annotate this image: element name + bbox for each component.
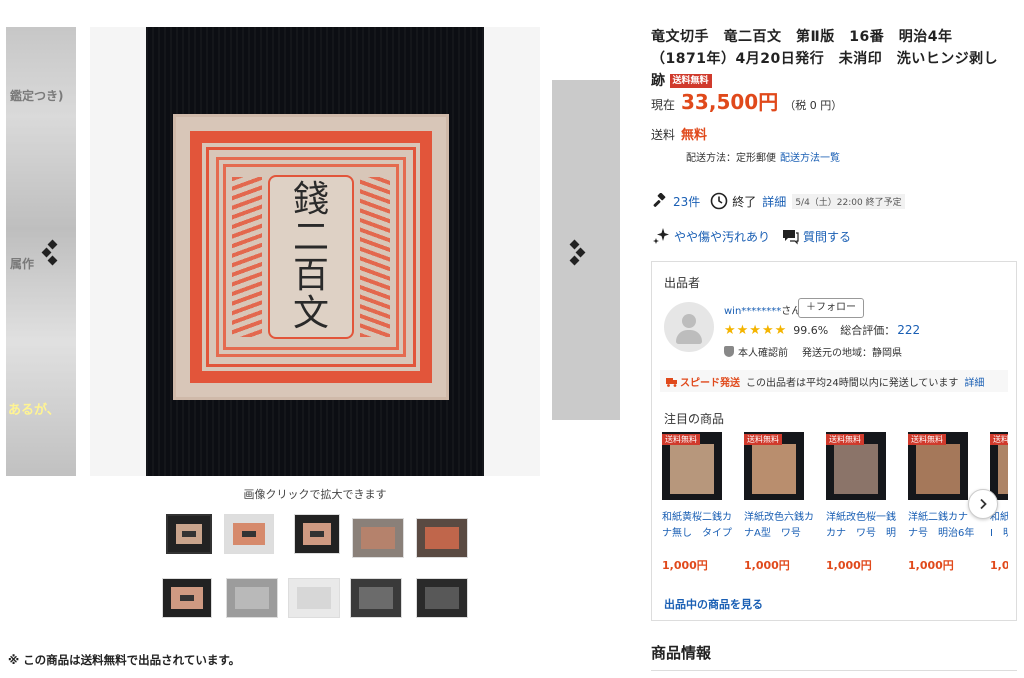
seller-items-link[interactable]: 出品中の商品を見る [664, 596, 763, 612]
speed-shipping-banner: スピード発送 この出品者は平均24時間以内に発送しています 詳細 [660, 370, 1008, 392]
rating-percentage: 99.6% [793, 323, 829, 337]
shield-icon [724, 346, 734, 357]
ask-question-link[interactable]: 質問する [803, 228, 851, 245]
main-product-image[interactable]: 錢二百文 [146, 27, 484, 476]
thumbnail-9[interactable] [350, 578, 402, 618]
seller-name[interactable]: win********さん [724, 302, 801, 317]
current-price: 33,500円 [681, 90, 779, 114]
free-shipping-notice: ※ この商品は送料無料で出品されています。 [8, 653, 241, 667]
end-label: 終了 [732, 194, 757, 209]
thumbnail-2[interactable] [224, 514, 274, 554]
free-shipping-badge: 送料無料 [744, 434, 782, 445]
rating-row: ★★★★★ 99.6% 総合評価： 222 [724, 322, 920, 338]
thumbnail-3[interactable] [294, 514, 340, 554]
featured-item-name[interactable]: 洋紙改色桜一銭カナ ワ号 明治８年… [826, 510, 898, 542]
seller-box: 出品者 win********さん ＋フォロー ★★★★★ 99.6% 総合評価… [651, 261, 1017, 621]
featured-item-price: 1,000円 [744, 559, 790, 572]
stamp-denomination: 錢二百文 [292, 179, 329, 334]
featured-item-name[interactable]: 洋紙改色六銭カナA型 ワ号 通称「… [744, 510, 816, 542]
verification-status: 本人確認前 [738, 348, 788, 359]
featured-item-name[interactable]: 和紙黄桜二銭カナ無し タイプⅢ 明… [662, 510, 734, 542]
stamp-image: 錢二百文 [176, 117, 446, 397]
price-label: 現在 [651, 98, 676, 112]
carousel-next-button[interactable] [968, 489, 998, 519]
chat-icon [780, 226, 800, 246]
thumbnail-1[interactable] [166, 514, 212, 554]
clock-icon [710, 192, 728, 210]
total-rating-link[interactable]: 222 [897, 323, 920, 337]
chevron-left-icon [41, 239, 58, 266]
price-tax: （税 0 円） [784, 99, 843, 112]
thumbnail-5[interactable] [416, 518, 468, 558]
seller-name-text[interactable]: win******** [724, 306, 781, 317]
avatar-body [676, 330, 702, 344]
shipping-method-text: 配送方法：定形郵便 [686, 153, 776, 164]
thumbnail-10[interactable] [416, 578, 468, 618]
free-shipping-badge: 送料無料 [990, 434, 1008, 445]
free-shipping-badge: 送料無料 [662, 434, 700, 445]
thumbnail-7[interactable] [226, 578, 278, 618]
item-detail-panel: 竜文切手 竜二百文 第Ⅱ版 16番 明治4年（1871年）4月20日発行 未消印… [651, 0, 1021, 678]
featured-item-price: 1,000円 [908, 559, 954, 572]
thumbnail-4[interactable] [352, 518, 404, 558]
free-shipping-badge: 送料無料 [826, 434, 864, 445]
featured-item-price: 1,000円 [990, 559, 1008, 572]
speed-shipping-tag: スピード発送 [666, 374, 740, 389]
bid-status-row: 23件 終了 詳細 5/4（土）22:00 終了予定 [651, 192, 905, 210]
condition-row: やや傷や汚れあり 質問する [651, 226, 851, 246]
price-row: 現在 33,500円 （税 0 円） [651, 86, 842, 115]
thumbnail-6[interactable] [162, 578, 212, 618]
featured-carousel: 送料無料 和紙黄桜二銭カナ無し タイプⅢ 明… 1,000円 送料無料 洋紙改色… [662, 432, 1008, 582]
avatar[interactable] [664, 302, 714, 352]
avatar-head [682, 314, 696, 328]
item-info-heading: 商品情報 [651, 644, 712, 662]
shipping-methods-link[interactable]: 配送方法一覧 [780, 153, 840, 164]
speed-shipping-label: スピード発送 [680, 377, 740, 389]
speed-shipping-text: この出品者は平均24時間以内に発送しています [746, 377, 959, 389]
stamp-dragon-right [360, 177, 390, 337]
featured-item-price: 1,000円 [662, 559, 708, 572]
stamp-dragon-left [232, 177, 262, 337]
featured-item-name[interactable]: 洋紙二銭カナ ナ号 明治6年(1873年… [908, 510, 980, 542]
star-rating-icon: ★★★★★ [724, 322, 788, 338]
end-detail-link[interactable]: 詳細 [762, 193, 786, 210]
condition-link[interactable]: やや傷や汚れあり [674, 228, 770, 245]
sparkle-icon [651, 226, 671, 246]
total-rating-label: 総合評価： [840, 324, 896, 337]
shipping-row: 送料 無料 [651, 124, 707, 143]
bid-count-link[interactable]: 23件 [673, 193, 700, 210]
speed-shipping-detail-link[interactable]: 詳細 [964, 374, 984, 389]
end-time: 5/4（土）22:00 終了予定 [792, 193, 905, 209]
featured-heading: 注目の商品 [664, 412, 725, 426]
truck-icon [666, 377, 677, 387]
gallery-next-button[interactable] [560, 236, 594, 270]
seller-heading: 出品者 [664, 276, 701, 290]
thumbnail-8[interactable] [288, 578, 340, 618]
divider [651, 670, 1017, 671]
shipping-value: 無料 [681, 128, 708, 143]
featured-item-price: 1,000円 [826, 559, 872, 572]
shipping-method: 配送方法：定形郵便 配送方法一覧 [686, 149, 840, 164]
verification-row: 本人確認前 発送元の地域：静岡県 [724, 344, 902, 359]
image-gallery: 鑑定つき) 属作 あるが、 錢二百文 画像クリックで拡大できます ※ この商品は… [0, 0, 620, 678]
follow-button[interactable]: ＋フォロー [798, 298, 864, 318]
shipping-label: 送料 [651, 128, 676, 142]
image-zoom-hint: 画像クリックで拡大できます [243, 488, 387, 501]
chevron-right-icon [980, 498, 987, 510]
free-shipping-badge: 送料無料 [908, 434, 946, 445]
chevron-right-icon [569, 239, 586, 266]
gallery-prev-button[interactable] [36, 236, 70, 270]
ship-origin: 発送元の地域：静岡県 [802, 348, 902, 359]
gavel-icon [651, 192, 669, 210]
item-title: 竜文切手 竜二百文 第Ⅱ版 16番 明治4年（1871年）4月20日発行 未消印… [651, 26, 1003, 92]
